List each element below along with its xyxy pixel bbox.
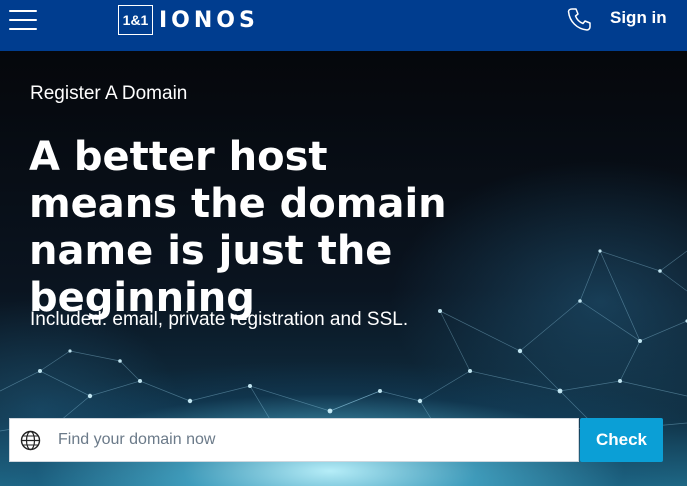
hero-banner: Register A Domain A better host means th… <box>0 51 687 486</box>
phone-icon[interactable] <box>566 6 592 32</box>
hero-headline: A better host means the domain name is j… <box>29 134 447 321</box>
logo-box: 1&1 <box>118 5 153 35</box>
globe-icon <box>20 430 41 451</box>
domain-search-input[interactable] <box>50 419 570 461</box>
hero-subline: Included: email, private registration an… <box>30 309 409 330</box>
brand-logo[interactable]: 1&1 IONOS <box>118 5 259 35</box>
logo-text: IONOS <box>159 7 259 33</box>
hamburger-menu-icon[interactable] <box>9 10 37 30</box>
hero-eyebrow: Register A Domain <box>30 83 188 104</box>
top-navigation-bar: 1&1 IONOS Sign in <box>0 0 687 51</box>
check-domain-button[interactable]: Check <box>580 418 663 462</box>
domain-search-box <box>9 418 579 462</box>
sign-in-link[interactable]: Sign in <box>610 8 667 28</box>
